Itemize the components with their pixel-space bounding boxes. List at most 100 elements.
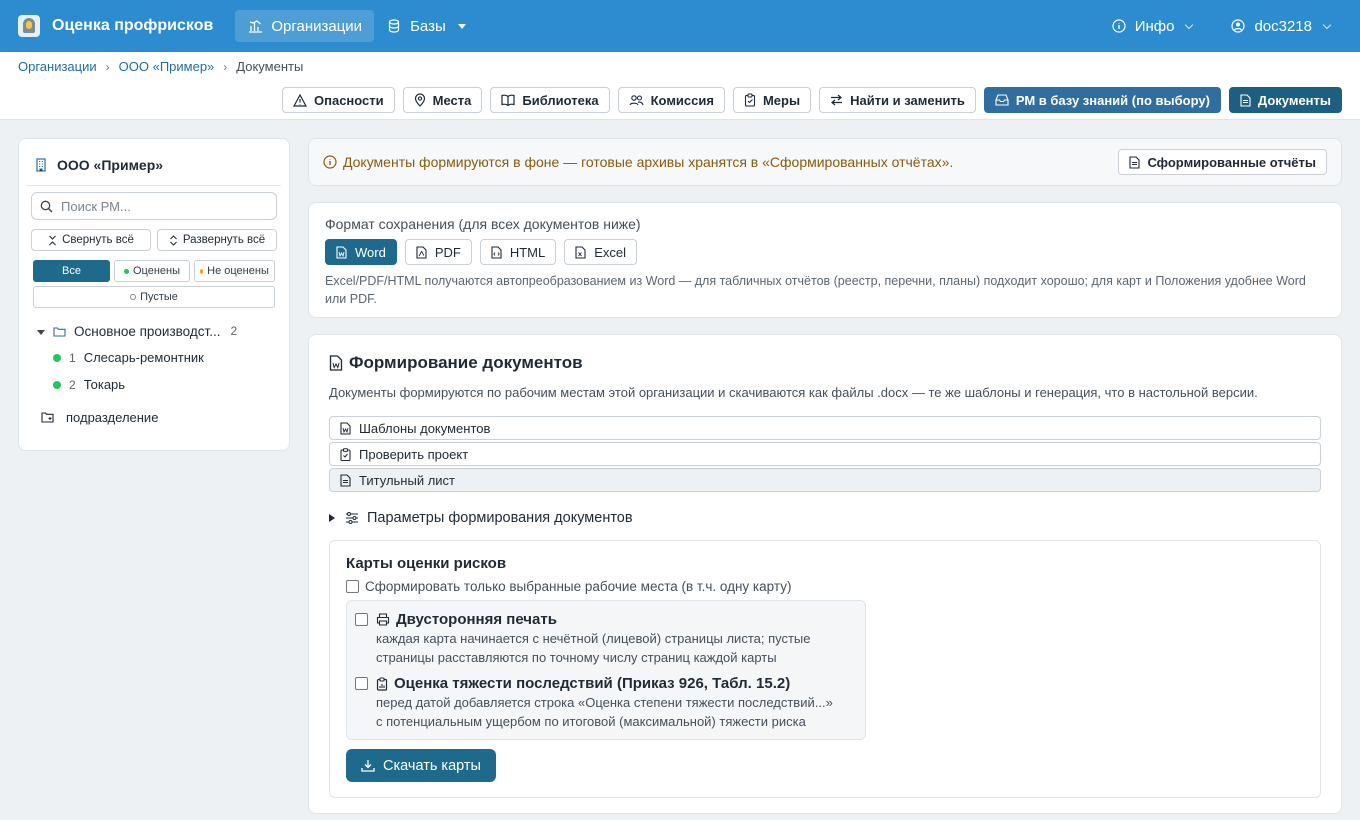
expand-icon xyxy=(169,234,178,246)
map-options: Двусторонняя печать каждая карта начинае… xyxy=(346,600,866,740)
tree-group-label: Основное производст... xyxy=(74,323,221,339)
breadcrumb-separator: › xyxy=(105,59,110,74)
format-html-button[interactable]: HTML xyxy=(479,239,557,265)
breadcrumb-separator: › xyxy=(223,59,228,74)
format-pdf-label: PDF xyxy=(434,244,461,260)
only-selected-row: Сформировать только выбранные рабочие ме… xyxy=(346,579,1304,594)
option-severity: Оценка тяжести последствий (Приказ 926, … xyxy=(355,675,857,731)
nav-organizations-label: Организации xyxy=(271,17,363,35)
format-excel-label: Excel xyxy=(594,244,627,260)
format-word-label: Word xyxy=(355,244,386,260)
sections-list: Шаблоны документов Проверить проект Титу… xyxy=(329,416,1321,492)
generated-reports-label: Сформированные отчёты xyxy=(1147,154,1316,170)
nav-user-label: doc3218 xyxy=(1254,17,1312,35)
filter-all[interactable]: Все xyxy=(33,260,110,282)
section-check-project[interactable]: Проверить проект xyxy=(329,442,1321,466)
measures-button[interactable]: Меры xyxy=(732,87,812,113)
main-area: ООО «Пример» Поиск РМ... Свернуть всё Ра… xyxy=(0,120,1360,820)
tree-item[interactable]: 2 Токарь xyxy=(31,371,277,398)
find-replace-label: Найти и заменить xyxy=(850,92,965,108)
nav-user[interactable]: doc3218 xyxy=(1218,10,1342,42)
bar-chart-icon xyxy=(247,18,263,34)
hazards-label: Опасности xyxy=(314,92,384,108)
filter-rated-label: Оценены xyxy=(132,265,181,277)
top-navbar: Оценка профрисков Организации Базы Инфо … xyxy=(0,0,1360,52)
filter-empty[interactable]: Пустые xyxy=(33,286,275,308)
places-label: Места xyxy=(432,92,472,108)
section-templates[interactable]: Шаблоны документов xyxy=(329,416,1321,440)
rm-knowledge-base-button[interactable]: РМ в базу знаний (по выбору) xyxy=(983,87,1221,113)
triangle-right-icon xyxy=(329,514,335,522)
params-toggle[interactable]: Параметры формирования документов xyxy=(329,510,1321,526)
documents-button[interactable]: Документы xyxy=(1228,87,1342,113)
nav-organizations[interactable]: Организации xyxy=(235,10,375,42)
only-selected-label: Сформировать только выбранные рабочие ме… xyxy=(365,579,792,594)
search-input[interactable]: Поиск РМ... xyxy=(31,192,277,220)
document-icon xyxy=(1129,155,1140,169)
word-file-icon xyxy=(336,245,347,259)
find-replace-button[interactable]: Найти и заменить xyxy=(819,87,976,113)
green-dot-icon xyxy=(123,268,129,274)
commission-button[interactable]: Комиссия xyxy=(617,87,725,113)
users-icon xyxy=(629,94,644,106)
generation-card: Формирование документов Документы формир… xyxy=(308,334,1342,814)
option-duplex: Двусторонняя печать каждая карта начинае… xyxy=(355,611,857,667)
filter-not-rated-label: Не оценены xyxy=(207,265,269,277)
inbox-icon xyxy=(995,94,1009,106)
library-button[interactable]: Библиотека xyxy=(490,87,610,113)
orange-dot-icon xyxy=(200,268,204,274)
generation-title-row: Формирование документов xyxy=(329,353,1321,373)
download-maps-label: Скачать карты xyxy=(383,757,481,774)
brand-logo-icon xyxy=(18,15,40,37)
format-word-button[interactable]: Word xyxy=(325,239,397,265)
format-pdf-button[interactable]: PDF xyxy=(404,239,472,265)
download-icon xyxy=(361,759,375,772)
severity-checkbox[interactable] xyxy=(355,677,368,690)
risk-maps-title: Карты оценки рисков xyxy=(346,555,507,572)
caret-down-icon[interactable] xyxy=(37,329,45,335)
book-icon xyxy=(501,94,515,106)
notice-text: Документы формируются в фоне — готовые а… xyxy=(343,154,954,170)
tree-item[interactable]: 1 Слесарь-ремонтник xyxy=(31,344,277,371)
duplex-checkbox[interactable] xyxy=(355,613,368,626)
nav-info[interactable]: Инфо xyxy=(1099,10,1205,42)
risk-maps-panel: Карты оценки рисков Сформировать только … xyxy=(329,540,1321,798)
tree-department[interactable]: подразделение xyxy=(31,406,277,428)
tree-item-num: 2 xyxy=(69,377,76,392)
collapse-all-button[interactable]: Свернуть всё xyxy=(31,229,151,251)
toolbar: Опасности Места Библиотека Комиссия Меры… xyxy=(282,87,1342,113)
format-excel-button[interactable]: Excel xyxy=(564,239,638,265)
duplex-description: каждая карта начинается с нечётной (лице… xyxy=(376,629,811,667)
only-selected-checkbox[interactable] xyxy=(346,580,359,593)
tree-group[interactable]: Основное производст... 2 xyxy=(31,320,277,342)
sidebar: ООО «Пример» Поиск РМ... Свернуть всё Ра… xyxy=(18,138,290,451)
commission-label: Комиссия xyxy=(650,92,714,108)
severity-description: перед датой добавляется строка «Оценка с… xyxy=(376,693,833,731)
breadcrumb-org[interactable]: ООО «Пример» xyxy=(119,59,215,74)
brand[interactable]: Оценка профрисков xyxy=(18,15,213,37)
duplex-title-row: Двусторонняя печать xyxy=(376,611,811,628)
database-icon xyxy=(386,18,402,34)
clipboard-data-icon xyxy=(376,676,388,691)
folder-add-icon xyxy=(41,411,55,423)
nav-databases[interactable]: Базы xyxy=(374,10,478,42)
tree-group-count: 2 xyxy=(230,324,238,338)
filter-rated[interactable]: Оценены xyxy=(114,260,190,282)
breadcrumb-current: Документы xyxy=(236,59,304,74)
expand-all-button[interactable]: Развернуть всё xyxy=(157,229,277,251)
section-title-page[interactable]: Титульный лист xyxy=(329,468,1321,492)
generated-reports-button[interactable]: Сформированные отчёты xyxy=(1118,149,1327,175)
download-maps-button[interactable]: Скачать карты xyxy=(346,749,496,782)
places-button[interactable]: Места xyxy=(402,87,483,113)
status-dot-icon xyxy=(53,353,61,362)
collapse-icon xyxy=(48,235,57,246)
breadcrumb-organizations[interactable]: Организации xyxy=(18,59,97,74)
document-icon xyxy=(1240,93,1251,107)
excel-file-icon xyxy=(575,245,586,259)
content: Документы формируются в фоне — готовые а… xyxy=(308,138,1342,814)
sidebar-org-name: ООО «Пример» xyxy=(57,157,164,173)
hazards-button[interactable]: Опасности xyxy=(282,87,395,113)
filter-not-rated[interactable]: Не оценены xyxy=(194,260,275,282)
info-icon xyxy=(323,155,337,169)
library-label: Библиотека xyxy=(522,92,599,108)
